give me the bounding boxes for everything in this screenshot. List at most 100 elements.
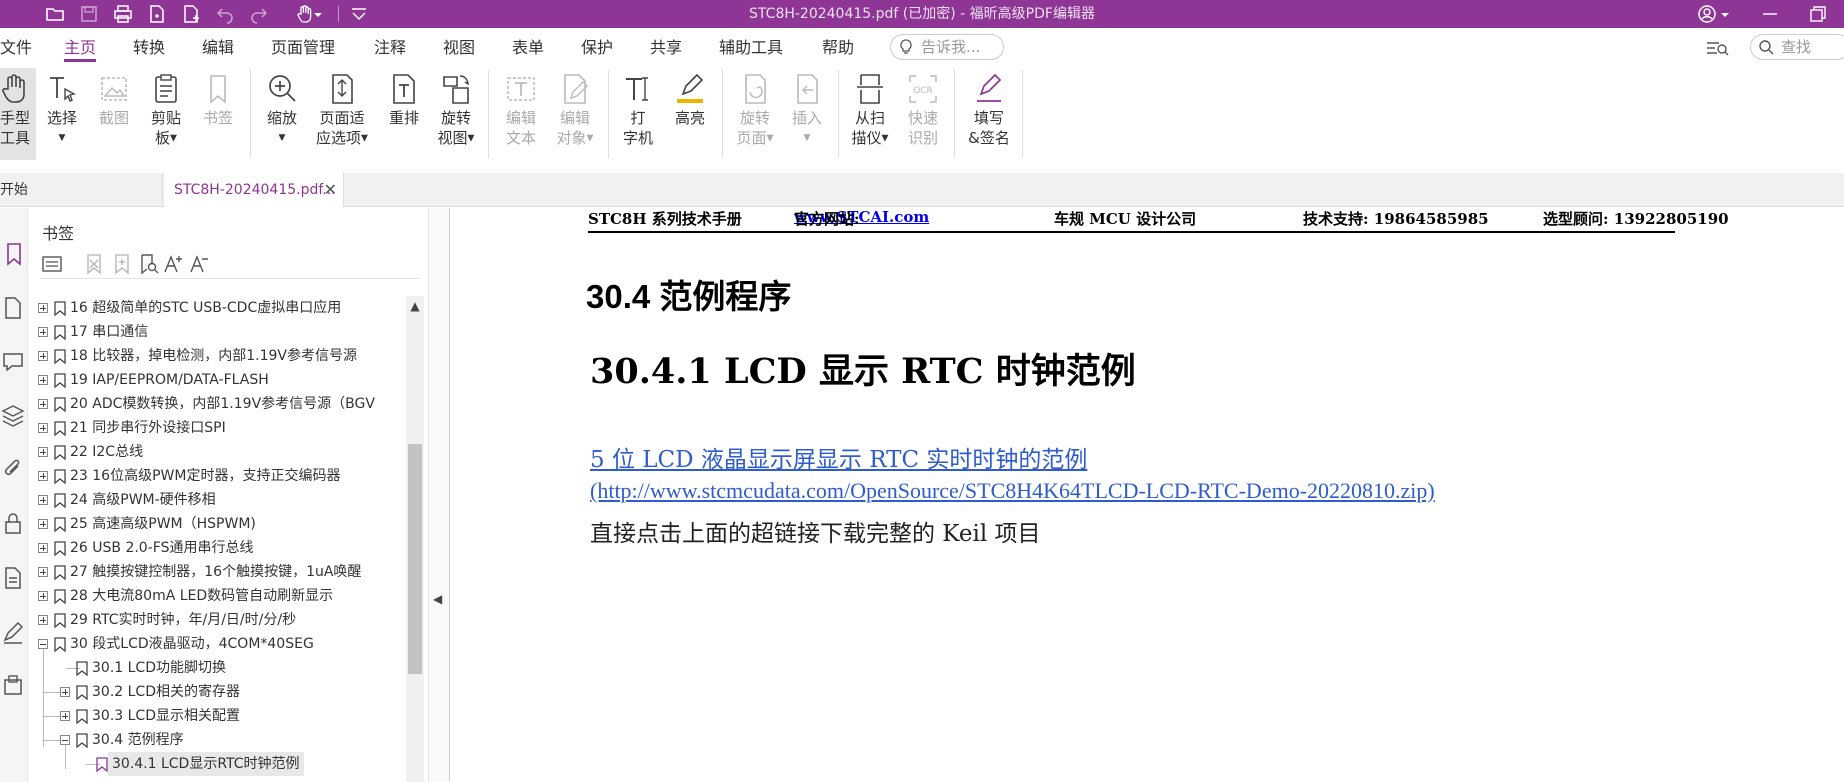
expand-icon[interactable] [60,711,70,721]
print-icon[interactable] [108,0,138,28]
bookmark-item[interactable]: 28 大电流80mA LED数码管自动刷新显示 [28,584,408,608]
bookmark-item[interactable]: 29 RTC实时时钟，年/月/日/时/分/秒 [28,608,408,632]
close-tab-icon[interactable]: ✕ [324,173,337,207]
new-document-icon[interactable] [142,0,172,28]
expand-icon[interactable] [38,567,48,577]
bookmark-options-icon[interactable] [40,252,64,276]
bookmark-item[interactable]: 30.2 LCD相关的寄存器 [28,680,408,704]
customize-toolbar-icon[interactable] [344,0,374,28]
bookmark-item[interactable]: 23 16位高级PWM定时器，支持正交编码器 [28,464,408,488]
edit-text-button[interactable]: 编辑 文本 [500,68,542,160]
bookmarks-scrollbar[interactable]: ▲ [406,296,424,782]
select-button[interactable]: 选择 ▼ [42,68,82,160]
scroll-up-icon[interactable]: ▲ [406,298,424,314]
bookmarks-panel-icon[interactable] [0,240,26,268]
snapshot-button[interactable]: 截图 [94,68,134,160]
expand-icon[interactable] [38,303,48,313]
bookmark-item[interactable]: 24 高级PWM-硬件移相 [28,488,408,512]
scroll-thumb[interactable] [408,444,422,674]
hand-tool-button[interactable]: 手型 工具 [0,68,36,160]
account-dropdown-icon[interactable] [1718,0,1732,28]
typewriter-button[interactable]: 打 字机 [618,68,658,160]
delete-bookmark-icon[interactable] [82,252,106,276]
tab-document[interactable]: STC8H-20240415.pdf... ✕ [164,173,344,207]
expand-icon[interactable] [38,351,48,361]
from-scanner-button[interactable]: 从扫 描仪▼ [846,68,894,160]
tab-edit[interactable]: 编辑 [202,28,234,64]
example-link[interactable]: 5 位 LCD 液晶显示屏显示 RTC 实时时钟的范例 [590,440,1087,474]
panel-collapse-bar[interactable]: ◀ [428,208,450,782]
expand-icon[interactable] [38,519,48,529]
bookmark-item[interactable]: 30.1 LCD功能脚切换 [28,656,408,680]
tab-view[interactable]: 视图 [443,28,475,64]
highlight-button[interactable]: 高亮 [668,68,712,160]
expand-icon[interactable] [38,327,48,337]
restore-icon[interactable] [1796,0,1840,28]
bookmark-item[interactable]: 19 IAP/EEPROM/DATA-FLASH [28,368,408,392]
expand-icon[interactable] [38,471,48,481]
create-pdf-icon[interactable] [176,0,206,28]
search-options-icon[interactable] [1705,38,1731,60]
security-panel-icon[interactable] [0,510,26,538]
reflow-button[interactable]: 重排 [384,68,424,160]
bookmark-item[interactable]: 20 ADC模数转换，内部1.19V参考信号源（BGV [28,392,408,416]
expand-icon[interactable] [38,423,48,433]
expand-icon[interactable] [38,399,48,409]
layers-panel-icon[interactable] [0,402,26,430]
collapse-icon[interactable] [60,735,70,745]
bookmark-item[interactable]: 21 同步串行外设接口SPI [28,416,408,440]
tab-help[interactable]: 帮助 [822,28,854,64]
bookmark-button[interactable]: 书签 [198,68,238,160]
bookmark-item[interactable]: 16 超级简单的STC USB-CDC虚拟串口应用 [28,296,408,320]
tab-form[interactable]: 表单 [512,28,544,64]
collapse-panel-icon[interactable]: ◀ [433,592,442,606]
find-bookmark-icon[interactable] [136,252,160,276]
zoom-button[interactable]: 缩放 ▼ [262,68,302,160]
rotate-page-button[interactable]: 旋转 页面▼ [732,68,778,160]
rotate-view-button[interactable]: 旋转 视图▼ [434,68,478,160]
expand-icon[interactable] [60,687,70,697]
bookmark-item[interactable]: 30.4 范例程序 [28,728,408,752]
bookmark-item[interactable]: 30.3 LCD显示相关配置 [28,704,408,728]
bookmark-item[interactable]: 30.4.1 LCD显示RTC时钟范例 [28,752,408,776]
pages-panel-icon[interactable] [0,294,26,322]
attachments-panel-icon[interactable] [0,456,26,484]
bookmark-item[interactable]: 18 比较器，掉电检测，内部1.19V参考信号源 [28,344,408,368]
signatures-panel-icon[interactable] [0,618,26,646]
decrease-font-icon[interactable] [188,252,212,276]
hand-tool-dropdown-icon[interactable] [312,0,324,28]
add-bookmark-icon[interactable] [110,252,134,276]
expand-icon[interactable] [38,591,48,601]
tab-share[interactable]: 共享 [650,28,682,64]
open-folder-icon[interactable] [40,0,70,28]
insert-page-button[interactable]: 插入 ▼ [786,68,828,160]
bookmark-item[interactable]: 22 I2C总线 [28,440,408,464]
tab-home[interactable]: 主页 [64,28,97,64]
bookmark-item[interactable]: 30 段式LCD液晶驱动，4COM*40SEG [28,632,408,656]
minimize-icon[interactable] [1748,0,1792,28]
clipboard-button[interactable]: 剪贴 板▼ [146,68,186,160]
tab-comment[interactable]: 注释 [374,28,406,64]
expand-icon[interactable] [38,543,48,553]
comments-panel-icon[interactable] [0,348,26,376]
example-url-link[interactable]: (http://www.stcmcudata.com/OpenSource/ST… [590,478,1435,504]
fit-page-button[interactable]: 页面适 应选项▼ [312,68,372,160]
save-icon[interactable] [74,0,104,28]
increase-font-icon[interactable] [162,252,186,276]
bookmark-item[interactable]: 17 串口通信 [28,320,408,344]
quick-ocr-button[interactable]: OCR 快速 识别 [902,68,944,160]
bookmark-item[interactable]: 25 高速高级PWM（HSPWM) [28,512,408,536]
bookmark-item[interactable]: 27 触摸按键控制器，16个触摸按键，1uA唤醒 [28,560,408,584]
tab-start[interactable]: 开始 [0,173,163,207]
redo-icon[interactable] [244,0,274,28]
expand-icon[interactable] [38,615,48,625]
collapse-icon[interactable] [38,639,48,649]
tell-me-search[interactable]: 告诉我... [890,34,1004,60]
tab-convert[interactable]: 转换 [133,28,165,64]
expand-icon[interactable] [38,495,48,505]
destinations-panel-icon[interactable] [0,672,26,700]
edit-object-button[interactable]: 编辑 对象▼ [550,68,600,160]
tab-file[interactable]: 文件 [0,28,32,64]
expand-icon[interactable] [38,375,48,385]
find-input[interactable]: 查找 [1750,34,1844,60]
